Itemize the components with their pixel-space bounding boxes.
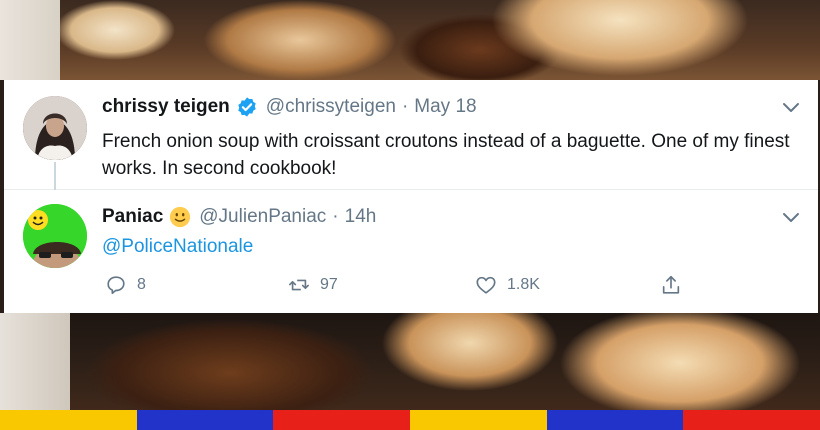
user-handle[interactable]: @chrissyteigen	[266, 96, 396, 118]
background-photo-top	[0, 0, 820, 80]
stripe-segment	[546, 410, 684, 430]
retweet-icon	[289, 279, 309, 291]
tweet-text: French onion soup with croissant crouton…	[102, 131, 790, 179]
stripe-segment	[273, 410, 411, 430]
background-photo-bottom	[0, 313, 820, 410]
display-name[interactable]: Paniac	[102, 206, 163, 228]
heart-icon	[476, 276, 496, 294]
tweet-header: chrissy teigen @chrissyteigen · May 18	[102, 96, 477, 118]
thread-connector	[54, 162, 56, 192]
tweet-header: Paniac @JulienPaniac · 14h	[102, 206, 376, 228]
share-button[interactable]	[660, 274, 692, 296]
stripe-segment	[0, 410, 137, 430]
user-handle[interactable]: @JulienPaniac	[199, 206, 326, 228]
verified-badge-icon	[238, 97, 256, 117]
retweet-count: 97	[320, 276, 338, 293]
avatar[interactable]	[23, 96, 87, 160]
mention-link[interactable]: @PoliceNationale	[102, 236, 253, 258]
color-stripe	[0, 410, 820, 430]
avatar-portrait-icon	[23, 204, 87, 268]
slightly-smiling-face-icon	[170, 206, 191, 228]
avatar-portrait-icon	[23, 96, 87, 160]
tweet-actions: 8 97 1.8K	[102, 274, 702, 300]
like-count: 1.8K	[507, 276, 540, 293]
plate-edge	[0, 0, 60, 80]
reply-icon	[107, 276, 125, 295]
chevron-down-icon[interactable]	[782, 212, 800, 224]
stripe-segment	[410, 410, 547, 430]
chevron-down-icon[interactable]	[782, 102, 800, 114]
stripe-segment	[683, 410, 820, 430]
reply-count: 8	[137, 276, 146, 293]
reply-button[interactable]: 8	[105, 274, 146, 296]
share-icon	[662, 275, 680, 294]
like-button[interactable]: 1.8K	[475, 274, 540, 296]
timestamp[interactable]: 14h	[345, 206, 377, 228]
separator: ·	[401, 96, 409, 117]
display-name[interactable]: chrissy teigen	[102, 96, 230, 118]
tweet-card-original[interactable]: chrissy teigen @chrissyteigen · May 18 F…	[4, 80, 818, 192]
separator: ·	[332, 206, 339, 227]
retweet-button[interactable]: 97	[288, 274, 338, 296]
avatar[interactable]	[23, 204, 87, 268]
tweet-card-reply[interactable]: Paniac @JulienPaniac · 14h @PoliceNation…	[4, 190, 818, 313]
plate-edge	[0, 313, 70, 410]
timestamp[interactable]: May 18	[414, 96, 476, 118]
stripe-segment	[136, 410, 274, 430]
